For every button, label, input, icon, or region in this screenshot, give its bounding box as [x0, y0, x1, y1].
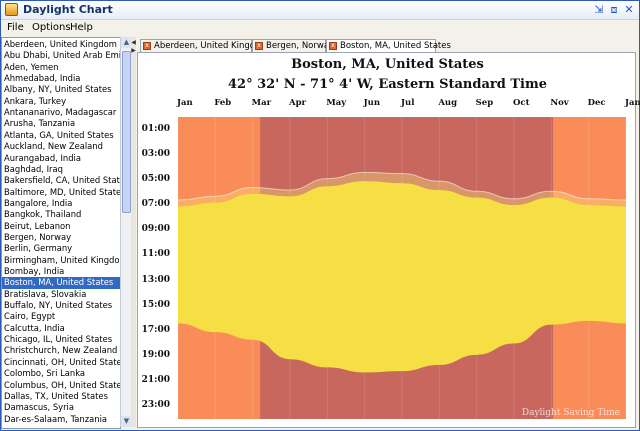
hour-tick-label: 05:00 — [141, 173, 170, 184]
month-tick-label: Jan — [177, 98, 193, 108]
expand-right-icon[interactable]: ▶ — [131, 47, 136, 55]
hour-tick-label: 11:00 — [141, 249, 170, 260]
city-list-item[interactable]: Bergen, Norway — [4, 232, 120, 243]
hour-tick-label: 23:00 — [141, 400, 170, 411]
city-list-item[interactable]: Atlanta, GA, United States — [4, 130, 120, 141]
month-tick-label: Mar — [251, 98, 272, 108]
city-list-item[interactable]: Aden, Yemen — [4, 62, 120, 73]
city-list-item[interactable]: Boston, MA, United States — [2, 277, 120, 289]
chart-subtitle: 42° 32' N - 71° 4' W, Eastern Standard T… — [228, 77, 547, 92]
city-list-item[interactable]: Columbus, OH, United States — [4, 380, 120, 391]
city-list-item[interactable]: Buffalo, NY, United States — [4, 300, 120, 311]
chart-title: Boston, MA, United States — [291, 57, 484, 72]
tab-close-icon[interactable]: x — [255, 42, 263, 50]
hour-tick-label: 07:00 — [141, 199, 170, 210]
city-list-item[interactable]: Abu Dhabi, United Arab Emirates — [4, 50, 120, 61]
hour-tick-label: 17:00 — [141, 324, 170, 335]
tab-close-icon[interactable]: x — [329, 42, 337, 50]
window-title: Daylight Chart — [23, 3, 113, 16]
tab-label: Bergen, Norway — [266, 41, 335, 51]
city-list-item[interactable]: Bombay, India — [4, 266, 120, 277]
title-bar: Daylight Chart ⇲ ⧈ ✕ — [1, 1, 639, 20]
city-list-item[interactable]: Colombo, Sri Lanka — [4, 368, 120, 379]
menu-bar: File Options Help — [1, 20, 639, 36]
city-list-item[interactable]: Christchurch, New Zealand — [4, 345, 120, 356]
tab-bergen[interactable]: x Bergen, Norway — [252, 39, 334, 52]
city-list-item[interactable]: Calcutta, India — [4, 323, 120, 334]
month-tick-label: Apr — [289, 98, 307, 108]
panel-splitter[interactable]: ◀ ▶ — [131, 37, 136, 427]
city-list[interactable]: Aberdeen, United Kingdom Abu Dhabi, Unite… — [1, 37, 121, 429]
close-icon[interactable]: ✕ — [623, 4, 635, 16]
app-icon — [5, 3, 18, 16]
city-list-item[interactable]: Ankara, Turkey — [4, 96, 120, 107]
hour-tick-label: 01:00 — [141, 123, 170, 134]
city-list-item[interactable]: Cincinnati, OH, United States — [4, 357, 120, 368]
hour-tick-label: 19:00 — [141, 350, 170, 361]
minimize-restore-icon[interactable]: ⇲ — [593, 4, 605, 16]
tab-aberdeen[interactable]: x Aberdeen, United Kingdom — [140, 39, 269, 52]
tab-boston[interactable]: x Boston, MA, United States — [326, 39, 451, 53]
hour-tick-label: 15:00 — [141, 299, 170, 310]
hour-tick-label: 13:00 — [141, 274, 170, 285]
watermark-label: Daylight Saving Time — [522, 408, 620, 418]
month-tick-label: Jan — [625, 98, 640, 108]
city-list-item[interactable]: Bratislava, Slovakia — [4, 289, 120, 300]
month-tick-label: Sep — [475, 98, 494, 108]
city-list-item[interactable]: Beirut, Lebanon — [4, 221, 120, 232]
daylight-plot: Daylight Saving Time — [178, 117, 626, 419]
city-list-item[interactable]: Dar-es-Salaam, Tanzania — [4, 414, 120, 425]
city-list-item[interactable]: Dallas, TX, United States — [4, 391, 120, 402]
city-list-item[interactable]: Baghdad, Iraq — [4, 164, 120, 175]
city-list-item[interactable]: Damascus, Syria — [4, 402, 120, 413]
menu-file[interactable]: File — [7, 22, 24, 33]
city-list-item[interactable]: Bangkok, Thailand — [4, 209, 120, 220]
city-list-item[interactable]: Bakersfield, CA, United States — [4, 175, 120, 186]
menu-help[interactable]: Help — [70, 22, 93, 33]
city-list-item[interactable]: Berlin, Germany — [4, 243, 120, 254]
city-list-item[interactable]: Baltimore, MD, United States — [4, 187, 120, 198]
month-tick-label: Dec — [587, 98, 606, 108]
hour-tick-label: 09:00 — [141, 224, 170, 235]
city-list-item[interactable]: Arusha, Tanzania — [4, 118, 120, 129]
collapse-left-icon[interactable]: ◀ — [131, 39, 136, 47]
city-list-item[interactable]: Chicago, IL, United States — [4, 334, 120, 345]
month-tick-label: Feb — [214, 98, 232, 108]
scroll-thumb[interactable] — [122, 51, 131, 213]
month-tick-label: Aug — [438, 98, 458, 108]
hour-tick-label: 03:00 — [141, 148, 170, 159]
tab-close-icon[interactable]: x — [143, 42, 151, 50]
city-list-item[interactable]: Ahmedabad, India — [4, 73, 120, 84]
city-list-item[interactable]: Aurangabad, India — [4, 153, 120, 164]
month-tick-label: Jul — [401, 98, 415, 108]
city-list-item[interactable]: Albany, NY, United States — [4, 84, 120, 95]
month-tick-label: Oct — [513, 98, 530, 108]
menu-options[interactable]: Options — [32, 22, 71, 33]
city-list-item[interactable]: Cairo, Egypt — [4, 311, 120, 322]
month-tick-label: May — [326, 98, 347, 108]
city-list-item[interactable]: Birmingham, United Kingdom — [4, 255, 120, 266]
city-list-item[interactable]: Auckland, New Zealand — [4, 141, 120, 152]
maximize-icon[interactable]: ⧈ — [608, 4, 620, 16]
hour-tick-label: 21:00 — [141, 375, 170, 386]
tab-label: Boston, MA, United States — [340, 41, 451, 51]
city-list-item[interactable]: Bangalore, India — [4, 198, 120, 209]
city-list-item[interactable]: Aberdeen, United Kingdom — [4, 39, 120, 50]
month-tick-label: Nov — [550, 98, 569, 108]
month-tick-label: Jun — [363, 98, 381, 108]
city-list-item[interactable]: Antananarivo, Madagascar — [4, 107, 120, 118]
